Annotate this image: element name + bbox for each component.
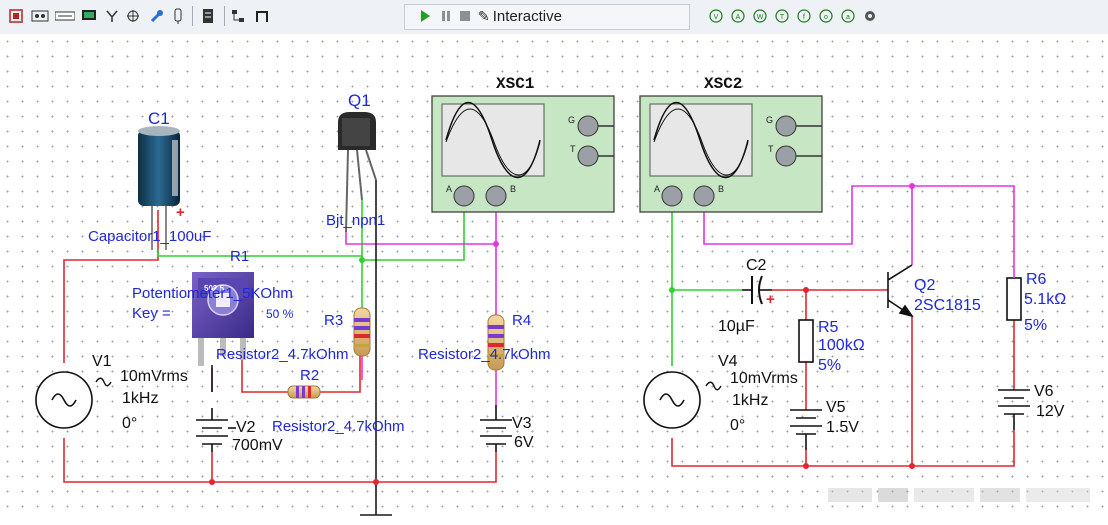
c2-value: 10µF [718,318,755,335]
xsc2-b-label: B [718,184,724,194]
oscilloscope-xsc1[interactable]: G T A B [431,95,615,213]
dc-source-v6[interactable] [998,389,1030,430]
interactive-label: Interactive [492,7,562,25]
r6-ref: R6 [1026,271,1047,288]
indicator-icon[interactable] [30,5,50,27]
v4-amp: 10mVrms [730,370,798,387]
r4-model: Resistor2_4.7kOhm [418,346,551,363]
v6-ref: V6 [1034,383,1054,400]
v3-ref: V3 [512,415,532,432]
r3-ref: R3 [324,312,343,329]
xsc2-ref: XSC2 [704,75,742,93]
xsc1-b-label: B [510,184,516,194]
ac-source-v4[interactable]: V4 10mVrms 1kHz 0° [643,353,798,434]
wire-green-3 [671,200,742,291]
run-simulation-icon[interactable] [418,5,432,27]
toolbar: ✎ Interactive V A W T f o a [0,0,1108,35]
r1-model: Potentiometer1_5KOhm [132,285,293,302]
v3-value: 6V [514,434,534,451]
xsc1-a-label: A [446,184,452,194]
resistor-r2[interactable]: R2 Resistor2_4.7kOhm [272,367,405,435]
r1-key: Key = [132,305,171,322]
v1-amp: 10mVrms [120,368,188,385]
analysis-toolbar: VAWT foa [708,5,888,27]
q1-ref: Q1 [348,91,371,110]
v5-ref: V5 [826,399,846,416]
wrench-icon[interactable] [148,5,166,27]
xsc2-g-label: G [766,115,773,125]
resistor-r6[interactable]: R6 5.1kΩ 5% [1006,270,1066,334]
oscilloscope-xsc2[interactable]: G T A B [639,95,823,213]
r5-value: 100kΩ [818,337,865,354]
schematic-drawing: C1 + Capacitor1_100uF Q1 Bjt_npn1 G T A … [35,75,1090,516]
r2-ref: R2 [300,367,319,384]
xsc2-t-label: T [768,144,774,154]
dc-source-v3[interactable] [480,405,512,452]
capacitor-c1[interactable]: C1 + Capacitor1_100uF [88,109,211,250]
ground-place-icon[interactable] [124,5,142,27]
display-icon[interactable] [80,5,98,27]
interactive-mode-button[interactable]: ✎ Interactive [478,5,598,27]
xsc1-t-label: T [570,144,576,154]
svg-text:o: o [824,14,828,21]
c1-polarity: + [176,204,185,221]
r1-percent: 50 % [266,307,294,321]
v2-value: 700mV [232,437,283,454]
v2-ref: V2 [236,419,256,436]
resistor-r5[interactable]: R5 100kΩ 5% [798,319,865,374]
dc-source-v2[interactable] [196,408,236,452]
misc-icon[interactable] [55,5,75,27]
dc-source-v5[interactable] [790,409,822,450]
q2-model: 2SC1815 [914,297,981,314]
xsc1-g-label: G [568,115,575,125]
transistor-q2[interactable] [887,264,914,318]
hierarchy-icon[interactable] [230,5,246,27]
v6-value: 12V [1036,403,1065,420]
v4-ref: V4 [718,353,738,370]
component-box-icon[interactable] [8,5,24,27]
bus-icon[interactable] [254,5,270,27]
wire-red-8 [671,438,807,467]
svg-text:f: f [803,14,805,21]
interactive-pencil-icon: ✎ [478,7,490,24]
r1-ref: R1 [230,248,249,265]
c1-model: Capacitor1_100uF [88,228,211,245]
q2-ref: Q2 [914,277,935,294]
r2-model: Resistor2_4.7kOhm [272,418,405,435]
svg-text:W: W [757,14,764,21]
database-icon[interactable] [200,5,216,27]
stop-simulation-icon[interactable] [458,5,472,27]
xsc1-ref: XSC1 [496,75,534,93]
resistor-r4[interactable]: R4 Resistor2_4.7kOhm [418,312,551,371]
r6-value: 5.1kΩ [1024,291,1066,308]
c1-ref: C1 [148,109,170,128]
q1-model: Bjt_npn1 [326,212,385,229]
schematic-canvas[interactable]: C1 + Capacitor1_100uF Q1 Bjt_npn1 G T A … [0,34,1108,520]
probe-icon[interactable] [171,5,185,27]
r3-model: Resistor2_4.7kOhm [216,346,349,363]
v5-value: 1.5V [826,419,859,436]
xsc2-a-label: A [654,184,660,194]
ac-source-v1[interactable]: V1 10mVrms 1kHz 0° [35,353,188,432]
svg-text:a: a [846,14,850,21]
v4-phase: 0° [730,417,745,434]
r4-ref: R4 [512,312,531,329]
capacitor-c2[interactable]: C2 + 10µF [718,257,775,335]
svg-text:A: A [736,14,741,21]
c2-ref: C2 [746,257,767,274]
pause-simulation-icon[interactable] [440,5,452,27]
r5-ref: R5 [818,319,839,336]
v1-ref: V1 [92,353,112,370]
c2-polarity: + [766,291,775,308]
r5-tol: 5% [818,357,841,374]
antenna-icon[interactable] [104,5,120,27]
v1-phase: 0° [122,415,137,432]
svg-text:V: V [714,14,719,21]
watermark-blur [828,488,1090,502]
svg-text:T: T [780,14,785,21]
v4-freq: 1kHz [732,392,768,409]
r6-tol: 5% [1024,317,1047,334]
v1-freq: 1kHz [122,390,158,407]
